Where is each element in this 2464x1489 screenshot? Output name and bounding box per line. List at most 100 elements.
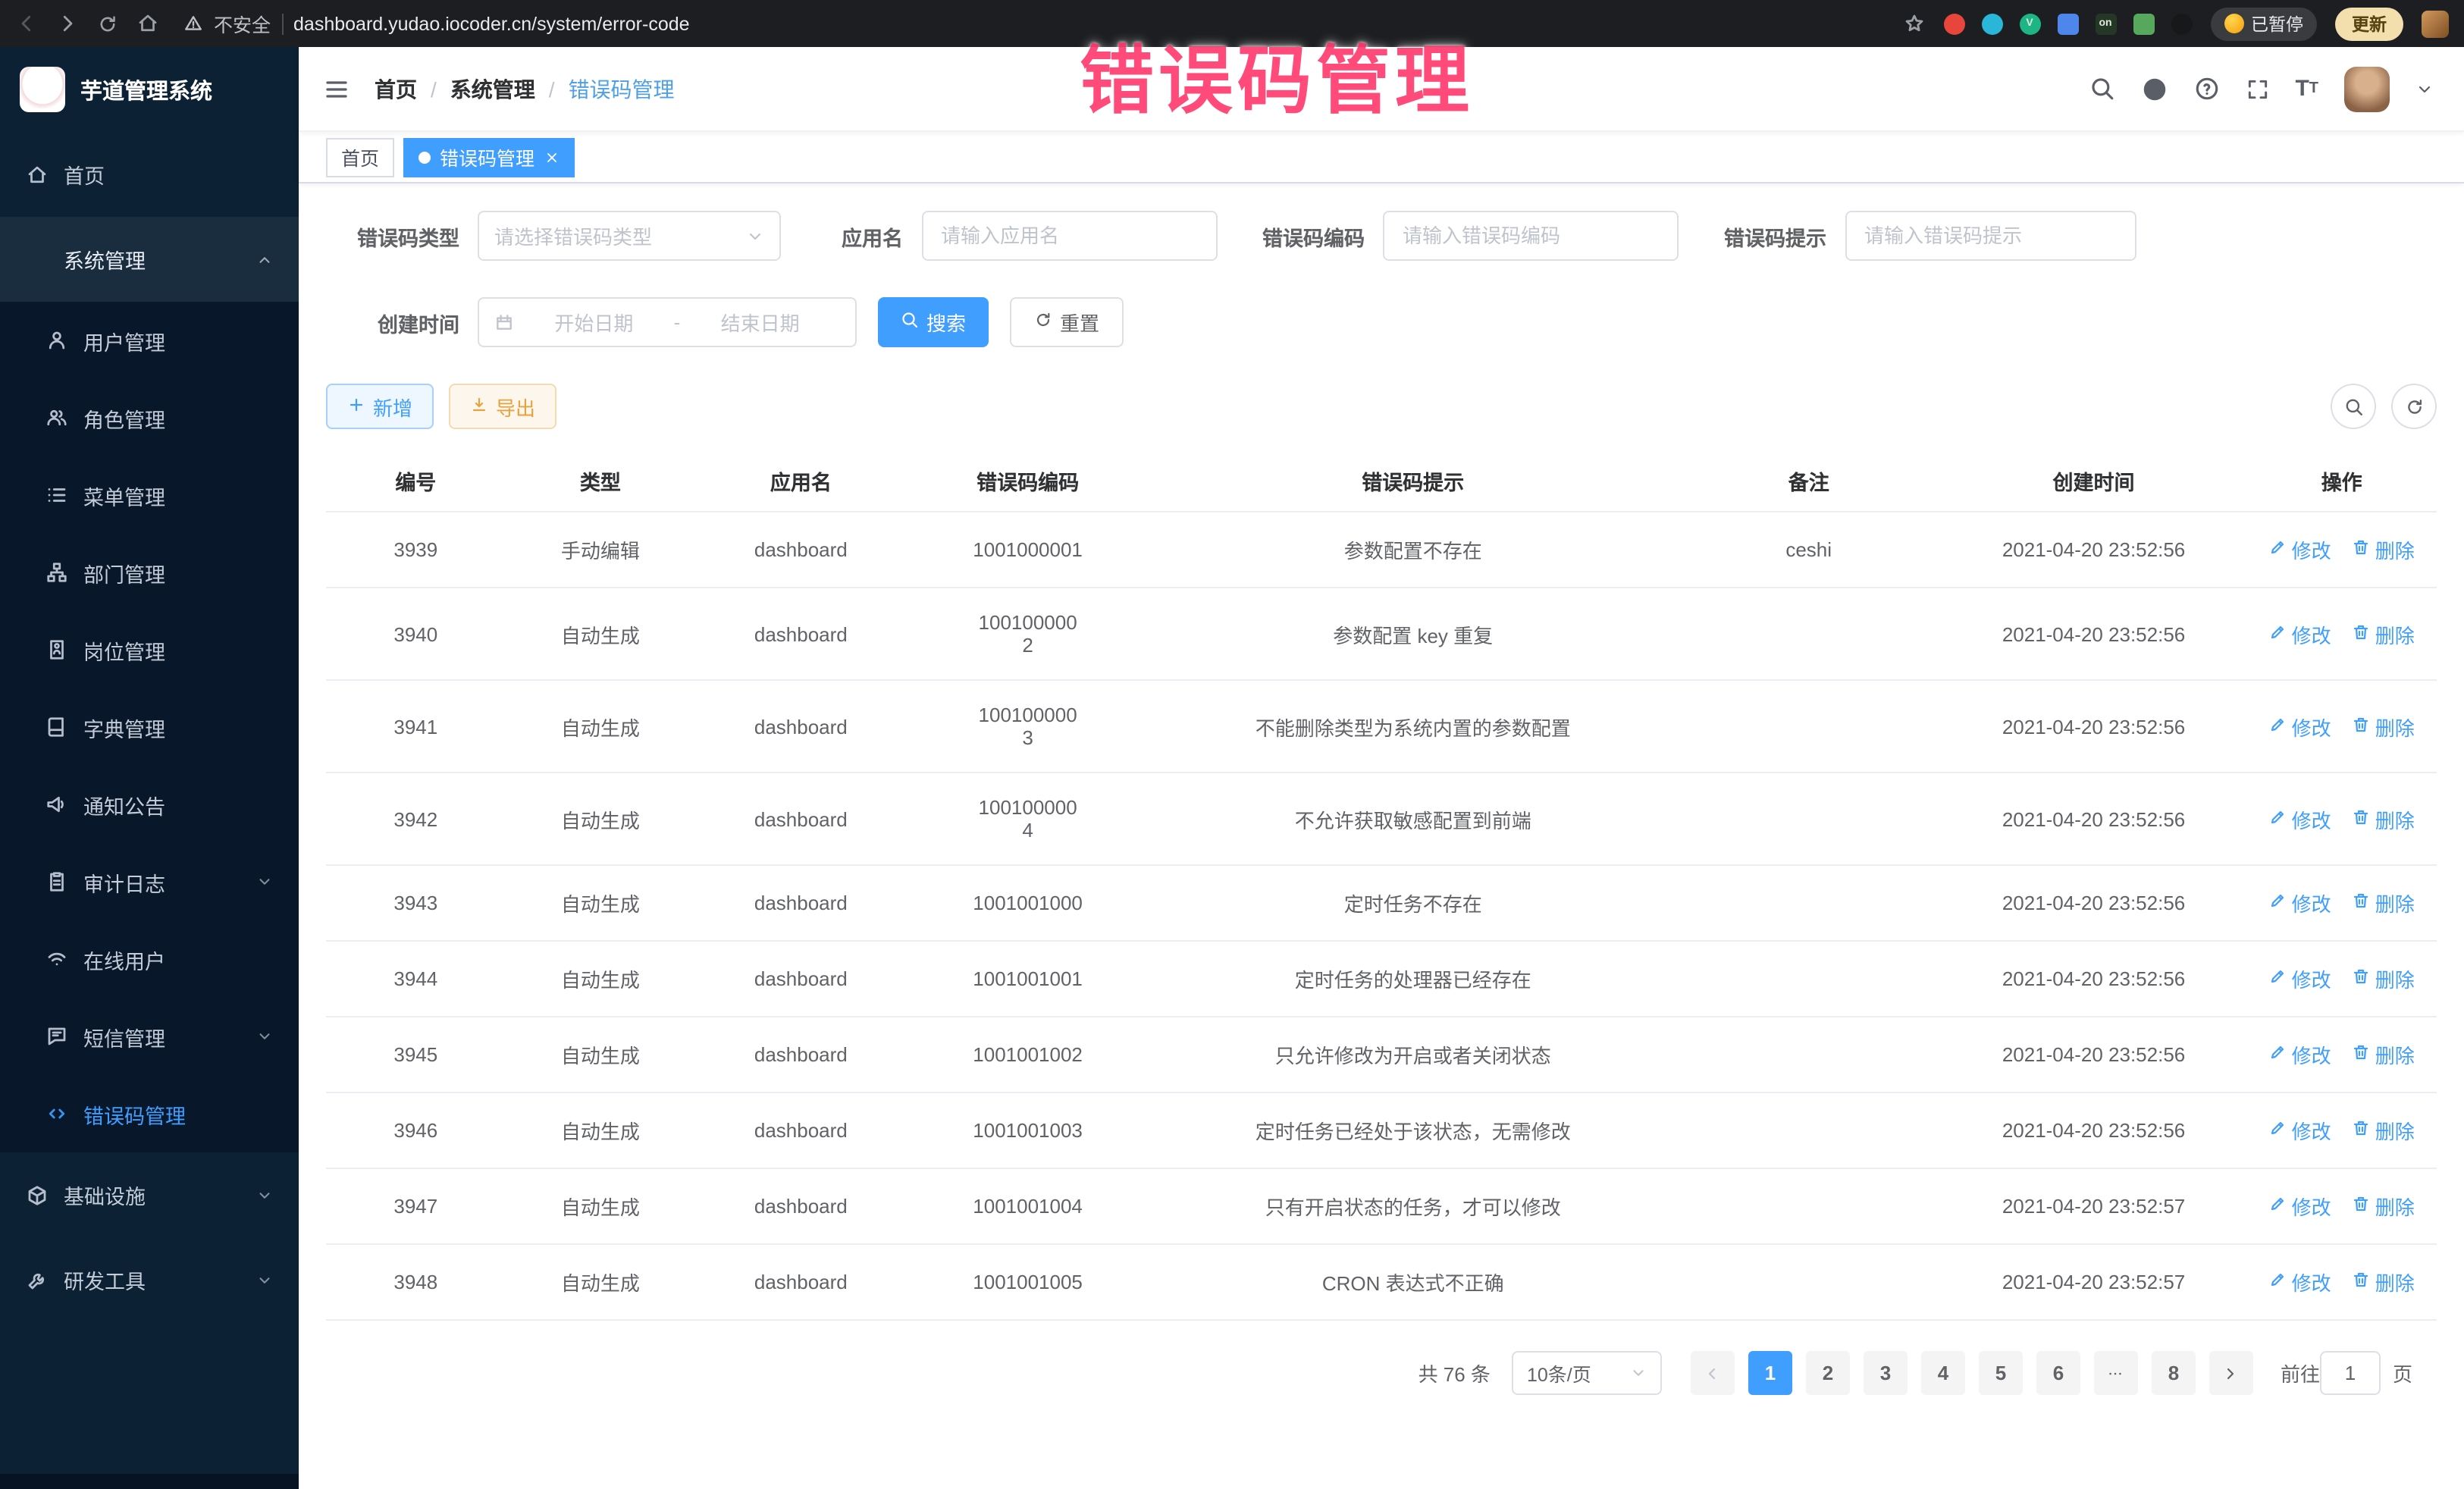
cell-remark — [1677, 1017, 1941, 1092]
message-icon — [45, 1025, 68, 1048]
more-pages-button[interactable] — [2094, 1351, 2138, 1395]
sidebar-item-system-management[interactable]: 系统管理 — [0, 217, 299, 302]
trash-icon — [2353, 538, 2371, 561]
page-size-select[interactable]: 10条/页 — [1512, 1351, 1662, 1395]
table-row: 3940自动生成dashboard100100000 2参数配置 key 重复2… — [326, 588, 2437, 680]
page-button-6[interactable]: 6 — [2036, 1351, 2080, 1395]
edit-button[interactable]: 修改 — [2269, 535, 2331, 564]
breadcrumb-item[interactable]: 系统管理 — [450, 74, 535, 104]
next-page-button[interactable] — [2209, 1351, 2253, 1395]
edit-button[interactable]: 修改 — [2269, 964, 2331, 993]
delete-button[interactable]: 删除 — [2353, 1040, 2415, 1069]
edit-button[interactable]: 修改 — [2269, 804, 2331, 833]
page-button-4[interactable]: 4 — [1921, 1351, 1965, 1395]
page-button-5[interactable]: 5 — [1979, 1351, 2023, 1395]
browser-reload-icon[interactable] — [97, 13, 118, 34]
sidebar-item-error-code-management[interactable]: 错误码管理 — [0, 1075, 299, 1152]
user-avatar[interactable] — [2344, 66, 2390, 111]
reset-button[interactable]: 重置 — [1010, 297, 1124, 347]
sidebar-item-dept-management[interactable]: 部门管理 — [0, 534, 299, 611]
breadcrumb-item[interactable]: 错误码管理 — [569, 74, 675, 104]
tab-close-icon[interactable] — [544, 149, 559, 165]
tab-error-code[interactable]: 错误码管理 — [403, 137, 574, 177]
tree-icon — [45, 561, 68, 584]
sidebar-item-dict-management[interactable]: 字典管理 — [0, 688, 299, 766]
delete-button[interactable]: 删除 — [2353, 889, 2415, 917]
badge-icon — [45, 638, 68, 661]
sidebar-item-audit-log[interactable]: 审计日志 — [0, 843, 299, 920]
browser-back-icon[interactable] — [15, 12, 38, 35]
cell-app: dashboard — [695, 1244, 906, 1320]
edit-button[interactable]: 修改 — [2269, 1116, 2331, 1145]
edit-button[interactable]: 修改 — [2269, 712, 2331, 741]
page-button-3[interactable]: 3 — [1864, 1351, 1908, 1395]
extension-paw-icon[interactable] — [2171, 13, 2192, 34]
sidebar-item-notice[interactable]: 通知公告 — [0, 766, 299, 843]
extension-green-icon[interactable] — [2133, 13, 2154, 34]
delete-button[interactable]: 删除 — [2353, 1116, 2415, 1145]
delete-button[interactable]: 删除 — [2353, 712, 2415, 741]
delete-button[interactable]: 删除 — [2353, 1192, 2415, 1221]
sidebar-toggle-button[interactable] — [323, 75, 350, 102]
sidebar-collapse-strip[interactable] — [0, 1474, 299, 1489]
delete-button[interactable]: 删除 — [2353, 804, 2415, 833]
browser-home-icon[interactable] — [136, 12, 159, 35]
page-button-8[interactable]: 8 — [2152, 1351, 2196, 1395]
delete-button[interactable]: 删除 — [2353, 964, 2415, 993]
sidebar-item-online-users[interactable]: 在线用户 — [0, 920, 299, 998]
extension-on-badge-icon[interactable]: on — [2095, 13, 2116, 34]
toggle-search-button[interactable] — [2331, 384, 2376, 429]
error-type-select[interactable]: 请选择错误码类型 — [478, 211, 781, 261]
cell-code: 1001001000 — [907, 865, 1149, 941]
date-range-picker[interactable]: 开始日期 - 结束日期 — [478, 297, 857, 347]
bookmark-star-icon[interactable] — [1902, 12, 1925, 35]
app-name-input[interactable] — [921, 211, 1217, 261]
search-button[interactable]: 搜索 — [878, 297, 989, 347]
fullscreen-icon[interactable] — [2245, 77, 2269, 101]
edit-button[interactable]: 修改 — [2269, 1268, 2331, 1296]
sidebar-item-sms-management[interactable]: 短信管理 — [0, 998, 299, 1075]
app-logo[interactable]: 芋道管理系统 — [0, 47, 299, 132]
extension-red-circle-icon[interactable] — [1943, 13, 1964, 34]
extension-teal-drop-icon[interactable] — [1981, 13, 2002, 34]
edit-button[interactable]: 修改 — [2269, 1040, 2331, 1069]
header-search-icon[interactable] — [2089, 76, 2114, 102]
help-icon[interactable] — [2193, 76, 2219, 102]
edit-button[interactable]: 修改 — [2269, 1192, 2331, 1221]
refresh-table-button[interactable] — [2391, 384, 2437, 429]
browser-forward-icon[interactable] — [56, 12, 79, 35]
delete-button[interactable]: 删除 — [2353, 535, 2415, 564]
sidebar-item-dev-tools[interactable]: 研发工具 — [0, 1237, 299, 1322]
github-icon[interactable] — [2140, 75, 2168, 102]
avatar-caret-icon[interactable] — [2415, 80, 2434, 98]
delete-button[interactable]: 删除 — [2353, 619, 2415, 648]
sidebar-item-label: 岗位管理 — [83, 635, 165, 665]
page-button-2[interactable]: 2 — [1806, 1351, 1850, 1395]
tab-home[interactable]: 首页 — [326, 137, 394, 177]
extension-green-v-icon[interactable]: V — [2019, 13, 2040, 34]
goto-page-input[interactable] — [2320, 1351, 2381, 1395]
add-button[interactable]: 新增 — [326, 384, 434, 429]
edit-button[interactable]: 修改 — [2269, 619, 2331, 648]
breadcrumb-item[interactable]: 首页 — [375, 74, 417, 104]
sidebar-item-home[interactable]: 首页 — [0, 132, 299, 217]
delete-button[interactable]: 删除 — [2353, 1268, 2415, 1296]
sidebar-item-menu-management[interactable]: 菜单管理 — [0, 456, 299, 534]
browser-profile-avatar[interactable] — [2422, 10, 2449, 37]
sidebar-item-user-management[interactable]: 用户管理 — [0, 302, 299, 379]
sidebar-item-role-management[interactable]: 角色管理 — [0, 379, 299, 456]
edit-button[interactable]: 修改 — [2269, 889, 2331, 917]
error-hint-input[interactable] — [1845, 211, 2136, 261]
paused-badge[interactable]: 已暂停 — [2210, 7, 2317, 40]
cube-icon — [26, 1183, 49, 1206]
sidebar-item-infrastructure[interactable]: 基础设施 — [0, 1152, 299, 1237]
export-button[interactable]: 导出 — [449, 384, 556, 429]
sidebar-item-post-management[interactable]: 岗位管理 — [0, 611, 299, 688]
update-button[interactable]: 更新 — [2335, 7, 2403, 40]
page-button-1[interactable]: 1 — [1748, 1351, 1792, 1395]
extension-blue-grid-icon[interactable] — [2057, 13, 2078, 34]
prev-page-button[interactable] — [1691, 1351, 1735, 1395]
error-code-input[interactable] — [1383, 211, 1679, 261]
address-bar[interactable]: 不安全 dashboard.yudao.iocoder.cn/system/er… — [183, 9, 690, 38]
font-size-icon[interactable]: TT — [2295, 76, 2318, 102]
